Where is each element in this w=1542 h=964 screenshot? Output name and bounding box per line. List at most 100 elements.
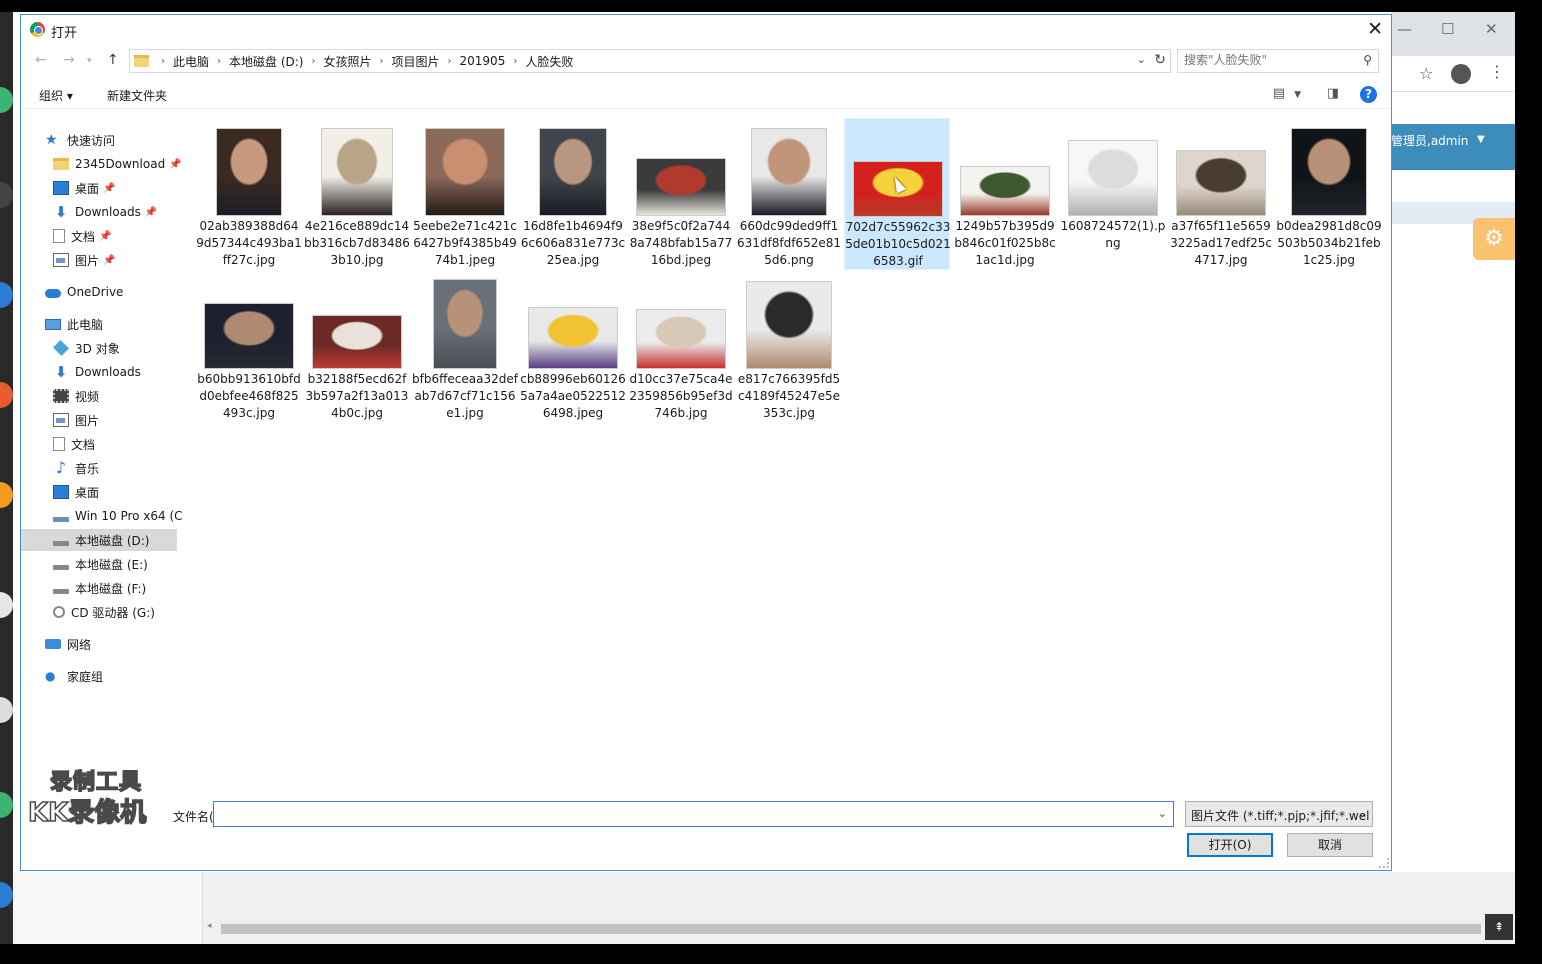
back-arrow-icon[interactable]: ←: [35, 52, 47, 68]
bookmark-star-icon[interactable]: ☆: [1419, 64, 1433, 83]
chevron-right-icon[interactable]: ›: [161, 56, 165, 67]
nav-item[interactable]: 桌面: [21, 481, 181, 503]
file-item[interactable]: 660dc99ded9ff1631df8fdf652e815d6.png: [736, 118, 842, 270]
search-icon[interactable]: ⚲: [1363, 53, 1372, 67]
nav-item[interactable]: ● 家庭组: [21, 665, 181, 687]
file-item[interactable]: 702d7c55962c335de01b10c5d0216583.gif: [844, 118, 951, 270]
file-item[interactable]: 38e9f5c0f2a7448a748bfab15a7716bd.jpeg: [628, 118, 734, 270]
chevron-right-icon[interactable]: ›: [513, 56, 517, 67]
nav-item[interactable]: CD 驱动器 (G:): [21, 601, 181, 623]
nav-item[interactable]: Win 10 Pro x64 (C: [21, 505, 183, 527]
horizontal-scrollbar[interactable]: ◂: [203, 920, 1485, 938]
breadcrumb-item[interactable]: 201905: [460, 54, 506, 68]
chevron-down-icon[interactable]: ⌄: [1137, 53, 1146, 66]
nav-item[interactable]: 图片: [21, 409, 181, 431]
nav-item[interactable]: 3D 对象: [21, 337, 181, 359]
nav-item[interactable]: 文档: [21, 433, 181, 455]
pin-icon[interactable]: 📌: [145, 207, 157, 218]
nav-item[interactable]: 网络: [21, 633, 181, 655]
search-box[interactable]: ⚲: [1177, 49, 1379, 73]
close-icon[interactable]: ✕: [1367, 18, 1383, 40]
file-item[interactable]: b60bb913610bfdd0ebfee468f825493c.jpg: [196, 271, 302, 423]
file-item[interactable]: e817c766395fd5c4189f45247e5e353c.jpg: [736, 271, 842, 423]
more-menu-icon[interactable]: ⋮: [1489, 62, 1505, 81]
back-to-top-button[interactable]: ⇞: [1485, 914, 1513, 940]
pin-icon[interactable]: 📌: [99, 231, 111, 242]
app-shortcut-icon[interactable]: [0, 87, 13, 113]
nav-item[interactable]: 本地磁盘 (E:): [21, 553, 181, 575]
chevron-down-icon[interactable]: ⌄: [1158, 807, 1167, 820]
recent-locations-icon[interactable]: ▾: [87, 56, 92, 66]
minimize-icon[interactable]: —: [1397, 20, 1412, 38]
nav-item[interactable]: ⬇ Downloads: [21, 361, 181, 383]
up-arrow-icon[interactable]: ↑: [107, 52, 119, 68]
nav-item[interactable]: ★ 快速访问: [21, 129, 181, 151]
nav-item[interactable]: OneDrive: [21, 281, 181, 303]
nav-item[interactable]: 文档 📌: [21, 225, 181, 247]
close-icon[interactable]: ✕: [1485, 20, 1498, 38]
file-type-select[interactable]: 图片文件 (*.tiff;*.pjp;*.jfif;*.wel ⌄: [1185, 801, 1373, 827]
caret-down-icon[interactable]: ▼: [1477, 134, 1485, 145]
address-bar[interactable]: › 此电脑 › 本地磁盘 (D:) › 女孩照片 › 项目图片 › 201905…: [129, 49, 1171, 73]
file-item[interactable]: 5eebe2e71c421c6427b9f4385b4974b1.jpeg: [412, 118, 518, 270]
breadcrumb-item[interactable]: 本地磁盘 (D:): [229, 53, 303, 70]
forward-arrow-icon[interactable]: →: [63, 52, 75, 68]
open-button[interactable]: 打开(O): [1187, 833, 1273, 857]
admin-user-label[interactable]: 管理员,admin: [1391, 132, 1468, 149]
pin-icon[interactable]: 📌: [103, 183, 115, 194]
profile-avatar-icon[interactable]: [1451, 64, 1471, 84]
file-item[interactable]: 1249b57b395d9b846c01f025b8c1ac1d.jpg: [952, 118, 1058, 270]
nav-item[interactable]: 此电脑: [21, 313, 181, 335]
file-item[interactable]: d10cc37e75ca4e2359856b95ef3d746b.jpg: [628, 271, 734, 423]
maximize-icon[interactable]: ☐: [1441, 20, 1454, 38]
pin-icon[interactable]: 📌: [169, 159, 181, 170]
gear-icon[interactable]: ⚙: [1473, 218, 1515, 260]
chevron-right-icon[interactable]: ›: [380, 56, 384, 67]
chevron-right-icon[interactable]: ›: [311, 56, 315, 67]
nav-item[interactable]: 2345Download 📌: [21, 153, 182, 175]
file-item[interactable]: 02ab389388d649d57344c493ba1ff27c.jpg: [196, 118, 302, 270]
file-item[interactable]: a37f65f11e56593225ad17edf25c4717.jpg: [1168, 118, 1274, 270]
cancel-button[interactable]: 取消: [1287, 833, 1373, 857]
app-shortcut-icon[interactable]: [0, 592, 13, 618]
scrollbar-thumb[interactable]: [221, 924, 1481, 934]
view-options-icon[interactable]: ▤: [1273, 86, 1285, 101]
chevron-down-icon[interactable]: ⌄: [1358, 807, 1367, 820]
file-item[interactable]: bfb6ffeceaa32defab7d67cf71c156e1.jpg: [412, 271, 518, 423]
app-shortcut-icon[interactable]: [0, 382, 13, 408]
filename-input[interactable]: [220, 806, 1140, 820]
scroll-left-icon[interactable]: ◂: [207, 921, 212, 931]
nav-item[interactable]: ♪ 音乐: [21, 457, 181, 479]
nav-item[interactable]: ⬇ Downloads 📌: [21, 201, 181, 223]
filename-field[interactable]: ⌄: [213, 801, 1174, 827]
app-shortcut-icon[interactable]: [0, 792, 13, 818]
app-shortcut-icon[interactable]: [0, 882, 13, 908]
nav-item[interactable]: 本地磁盘 (D:): [21, 529, 177, 551]
refresh-icon[interactable]: ↻: [1154, 52, 1166, 68]
file-item[interactable]: b0dea2981d8c09503b5034b21feb1c25.jpg: [1276, 118, 1382, 270]
breadcrumb-item[interactable]: 人脸失败: [525, 53, 573, 70]
new-folder-button[interactable]: 新建文件夹: [107, 87, 167, 104]
nav-item[interactable]: 桌面 📌: [21, 177, 181, 199]
resize-grip[interactable]: [1379, 858, 1389, 868]
organize-button[interactable]: 组织 ▾: [39, 87, 73, 104]
breadcrumb-item[interactable]: 项目图片: [392, 53, 440, 70]
app-shortcut-icon[interactable]: [0, 282, 13, 308]
file-item[interactable]: 4e216ce889dc14bb316cb7d834863b10.jpg: [304, 118, 410, 270]
chevron-down-icon[interactable]: ▼: [1294, 90, 1301, 100]
help-icon[interactable]: ?: [1360, 86, 1377, 103]
app-shortcut-icon[interactable]: [0, 697, 13, 723]
app-shortcut-icon[interactable]: [0, 482, 13, 508]
file-item[interactable]: cb88996eb601265a7a4ae05225126498.jpeg: [520, 271, 626, 423]
search-input[interactable]: [1184, 53, 1354, 67]
breadcrumb-item[interactable]: 此电脑: [173, 53, 209, 70]
file-item[interactable]: 1608724572(1).png: [1060, 118, 1166, 270]
chevron-right-icon[interactable]: ›: [448, 56, 452, 67]
preview-pane-icon[interactable]: ◨: [1327, 86, 1339, 101]
nav-item[interactable]: 本地磁盘 (F:): [21, 577, 181, 599]
chevron-right-icon[interactable]: ›: [217, 56, 221, 67]
file-item[interactable]: 16d8fe1b4694f96c606a831e773c25ea.jpg: [520, 118, 626, 270]
pin-icon[interactable]: 📌: [103, 255, 115, 266]
app-shortcut-icon[interactable]: [0, 182, 13, 208]
file-item[interactable]: b32188f5ecd62f3b597a2f13a0134b0c.jpg: [304, 271, 410, 423]
